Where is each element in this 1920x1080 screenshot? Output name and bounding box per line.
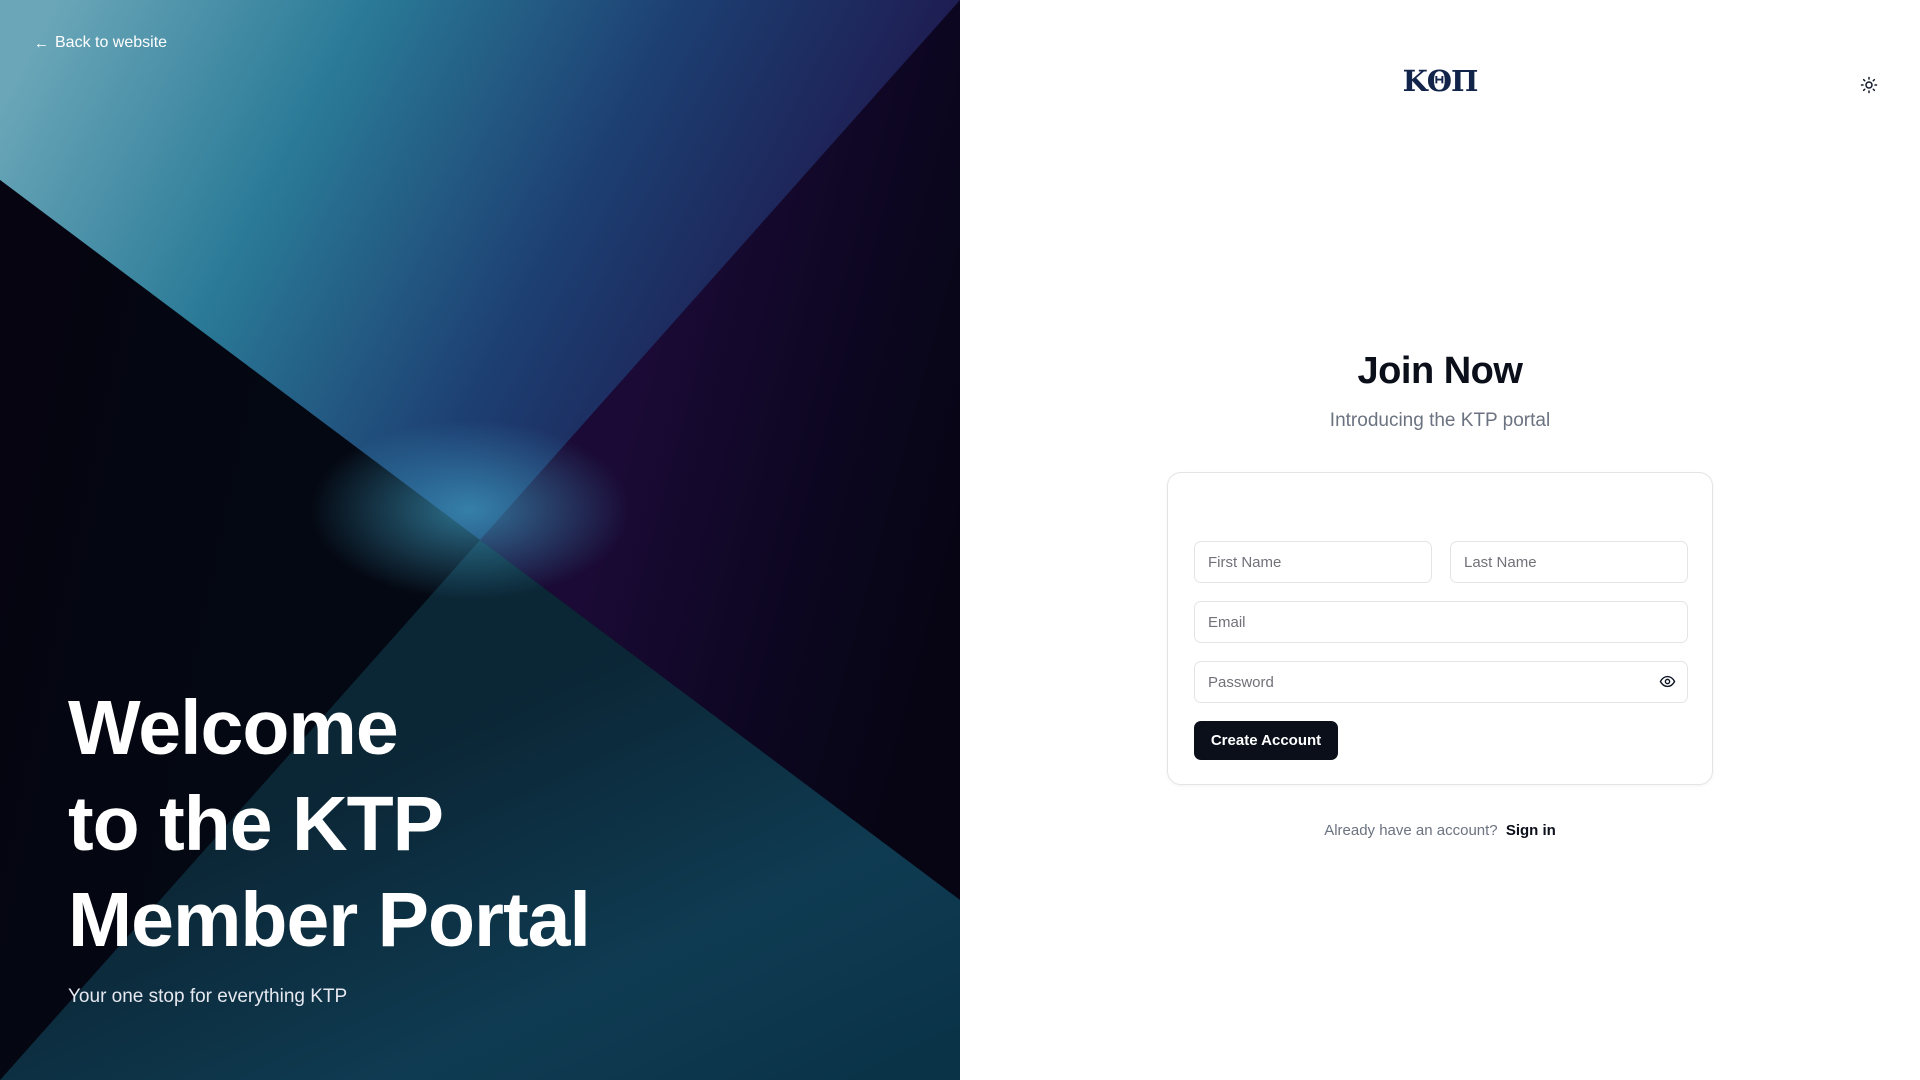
password-visibility-toggle[interactable] (1656, 670, 1678, 692)
first-name-field[interactable] (1194, 541, 1432, 583)
signup-form-card: Create Account (1167, 472, 1713, 785)
page-title: Join Now (1357, 350, 1523, 392)
signin-prompt: Already have an account? Sign in (960, 822, 1920, 839)
welcome-line-2: to the KTP (68, 781, 444, 867)
email-field[interactable] (1194, 601, 1688, 643)
signin-prompt-text: Already have an account? (1324, 822, 1498, 839)
sun-icon (1860, 76, 1878, 94)
password-field[interactable] (1194, 661, 1688, 703)
signin-link[interactable]: Sign in (1506, 822, 1556, 839)
hero-tagline: Your one stop for everything KTP (68, 986, 348, 1007)
last-name-field[interactable] (1450, 541, 1688, 583)
hero-panel: ← Back to website Welcome to the KTP Mem… (0, 0, 960, 1080)
welcome-line-1: Welcome (68, 685, 399, 771)
back-link-label: Back to website (55, 34, 168, 51)
signup-panel: ΚΘΠ Join Now Introducing the KTP portal … (960, 0, 1920, 1080)
welcome-heading: Welcome to the KTP Member Portal (68, 680, 591, 968)
page-subtitle: Introducing the KTP portal (1329, 410, 1551, 431)
back-to-website-link[interactable]: ← Back to website (34, 34, 167, 52)
eye-icon (1659, 675, 1675, 687)
welcome-line-3: Member Portal (68, 877, 591, 963)
arrow-left-icon: ← (34, 34, 49, 52)
create-account-button[interactable]: Create Account (1194, 721, 1338, 760)
ktp-logo: ΚΘΠ (1402, 64, 1479, 98)
theme-toggle-button[interactable] (1858, 74, 1880, 96)
